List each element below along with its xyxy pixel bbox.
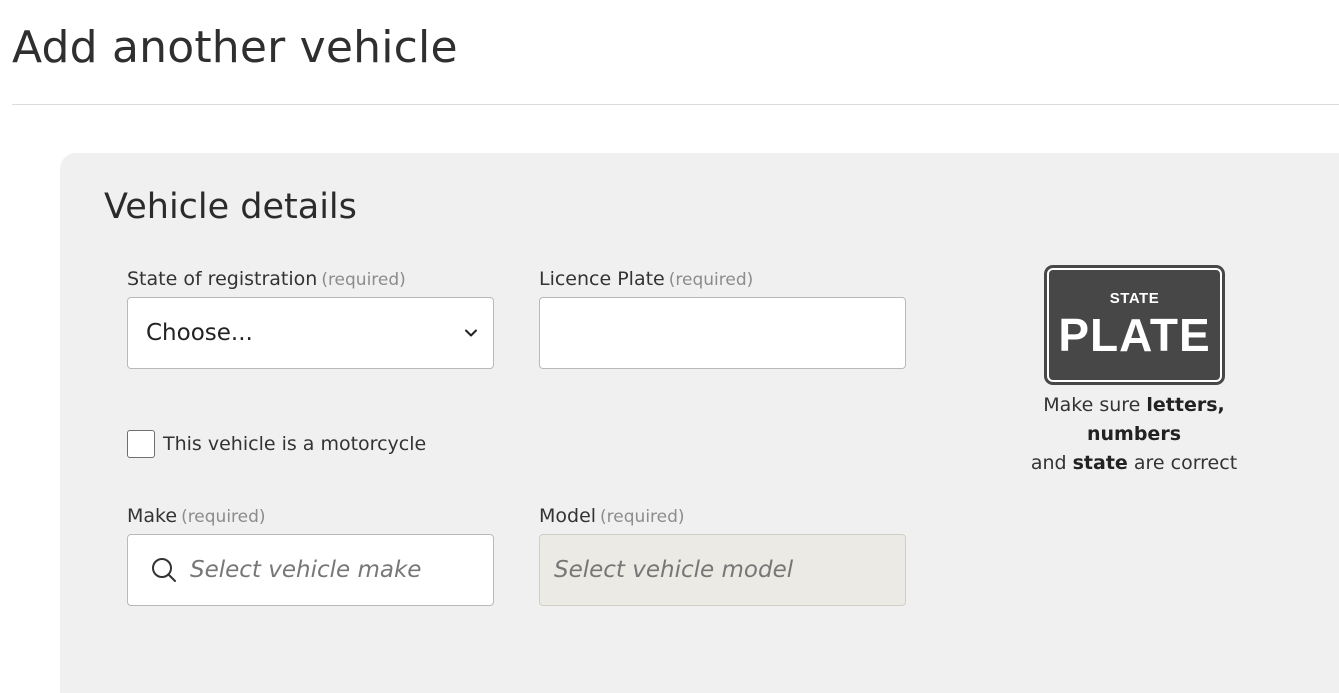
plate-state-text: STATE	[1109, 290, 1160, 307]
plate-hint-part3: are correct	[1127, 452, 1238, 474]
search-icon	[152, 558, 176, 582]
chevron-down-icon	[465, 329, 477, 337]
state-select[interactable]: Choose...	[127, 297, 494, 369]
motorcycle-checkbox[interactable]	[127, 430, 155, 458]
section-title: Vehicle details	[104, 187, 357, 227]
licence-plate-input[interactable]	[539, 297, 906, 369]
model-label-text: Model	[539, 505, 597, 527]
model-select-disabled: Select vehicle model	[539, 534, 906, 606]
page-title: Add another vehicle	[12, 22, 458, 73]
vehicle-details-panel: Vehicle details State of registration (re…	[60, 153, 1339, 693]
make-search-input[interactable]: Select vehicle make	[127, 534, 494, 606]
plate-border: STATE PLATE	[1047, 268, 1222, 382]
plate-label: Licence Plate (required)	[539, 266, 753, 293]
make-label-text: Make	[127, 505, 178, 527]
make-label: Make (required)	[127, 503, 266, 530]
state-select-value: Choose...	[146, 320, 253, 346]
plate-label-text: Licence Plate	[539, 268, 665, 290]
state-required-note: (required)	[321, 270, 406, 290]
model-placeholder: Select vehicle model	[554, 557, 794, 583]
motorcycle-checkbox-row[interactable]: This vehicle is a motorcycle	[127, 430, 426, 458]
state-label: State of registration (required)	[127, 266, 406, 293]
plate-hint: Make sure letters, numbers and state are…	[994, 391, 1274, 478]
divider	[12, 104, 1339, 105]
plate-required-note: (required)	[668, 270, 754, 290]
motorcycle-checkbox-label[interactable]: This vehicle is a motorcycle	[163, 433, 426, 455]
model-label: Model (required)	[539, 503, 685, 530]
make-required-note: (required)	[181, 507, 266, 527]
plate-main-text: PLATE	[1058, 309, 1211, 361]
licence-plate-illustration: STATE PLATE	[1044, 265, 1225, 385]
plate-hint-bold2: state	[1072, 452, 1128, 474]
plate-hint-part1: Make sure	[1043, 394, 1147, 416]
make-placeholder: Select vehicle make	[190, 557, 422, 583]
model-required-note: (required)	[600, 507, 685, 527]
plate-hint-part2: and	[1030, 452, 1073, 474]
state-label-text: State of registration	[127, 268, 318, 290]
